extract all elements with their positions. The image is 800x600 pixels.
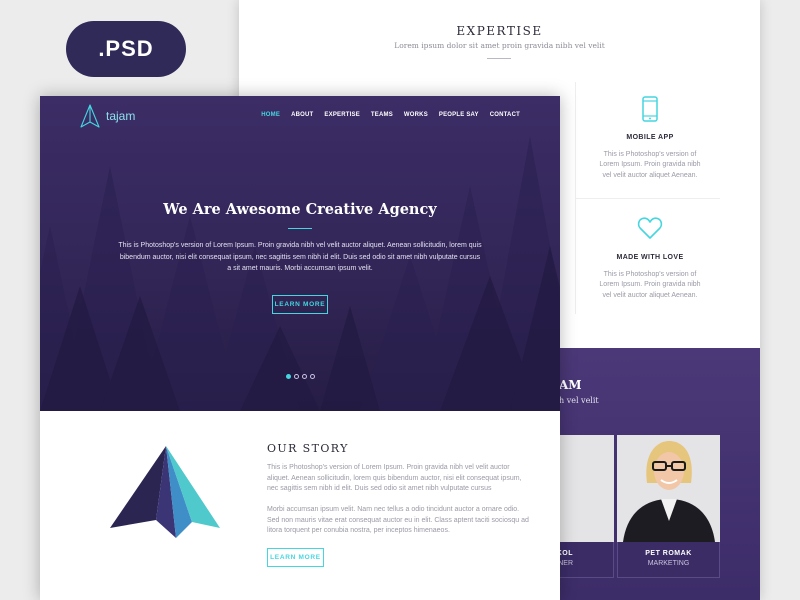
main-navigation: HOME ABOUT EXPERTISE TEAMS WORKS PEOPLE … [261, 112, 520, 118]
service-title: MADE WITH LOVE [616, 254, 684, 261]
expertise-divider [487, 58, 511, 59]
slider-dot[interactable] [310, 374, 315, 379]
member-photo [617, 435, 720, 542]
hero-title: We Are Awesome Creative Agency [163, 201, 437, 218]
nav-item-people-say[interactable]: PEOPLE SAY [439, 112, 479, 118]
service-text: This is Photoshop's version of Lorem Ips… [599, 151, 701, 179]
front-page-preview: tajam HOME ABOUT EXPERTISE TEAMS WORKS P… [40, 96, 560, 600]
brand-logo[interactable]: tajam [79, 104, 135, 128]
mobile-icon [575, 96, 725, 126]
slider-dot[interactable] [302, 374, 307, 379]
hero-section: tajam HOME ABOUT EXPERTISE TEAMS WORKS P… [40, 96, 560, 411]
member-role: MARKETING [647, 560, 690, 567]
hero-description: This is Photoshop's version of Lorem Ips… [118, 242, 482, 272]
brand-name: tajam [106, 109, 136, 123]
service-title: MOBILE APP [626, 134, 674, 141]
nav-item-home[interactable]: HOME [261, 112, 280, 118]
our-story-paragraph: This is Photoshop's version of Lorem Ips… [267, 464, 522, 493]
our-story-title: OUR STORY [267, 442, 349, 455]
pyramid-logo-icon [80, 104, 100, 128]
nav-item-expertise[interactable]: EXPERTISE [324, 112, 359, 118]
grid-divider-horizontal [575, 198, 720, 199]
member-caption: PET ROMAK MARKETING [617, 542, 720, 578]
hero-divider [288, 228, 312, 229]
expertise-subtitle: Lorem ipsum dolor sit amet proin gravida… [394, 41, 605, 50]
member-name: PET ROMAK [645, 550, 692, 557]
expertise-title: EXPERTISE [456, 24, 543, 38]
team-member-card: PET ROMAK MARKETING [617, 435, 720, 578]
service-card-made-with-love: MADE WITH LOVE This is Photoshop's versi… [575, 216, 725, 301]
our-story-paragraph: Morbi accumsan ipsum velit. Nam nec tell… [267, 506, 529, 535]
nav-item-teams[interactable]: TEAMS [371, 112, 393, 118]
hero-learn-more-button[interactable]: LEARN MORE [272, 295, 328, 314]
slider-dot[interactable] [294, 374, 299, 379]
team-subtitle: h vel velit [559, 396, 599, 405]
story-learn-more-button[interactable]: LEARN MORE [267, 548, 324, 567]
pyramid-illustration [110, 446, 220, 538]
heart-icon [575, 216, 725, 246]
nav-item-works[interactable]: WORKS [404, 112, 428, 118]
service-text: This is Photoshop's version of Lorem Ips… [599, 271, 701, 299]
psd-badge: .PSD [66, 21, 186, 77]
nav-item-about[interactable]: ABOUT [291, 112, 313, 118]
slider-dots [286, 374, 315, 379]
slider-dot[interactable] [286, 374, 291, 379]
team-title: AM [559, 378, 582, 392]
nav-item-contact[interactable]: CONTACT [490, 112, 520, 118]
service-card-mobile-app: MOBILE APP This is Photoshop's version o… [575, 96, 725, 181]
